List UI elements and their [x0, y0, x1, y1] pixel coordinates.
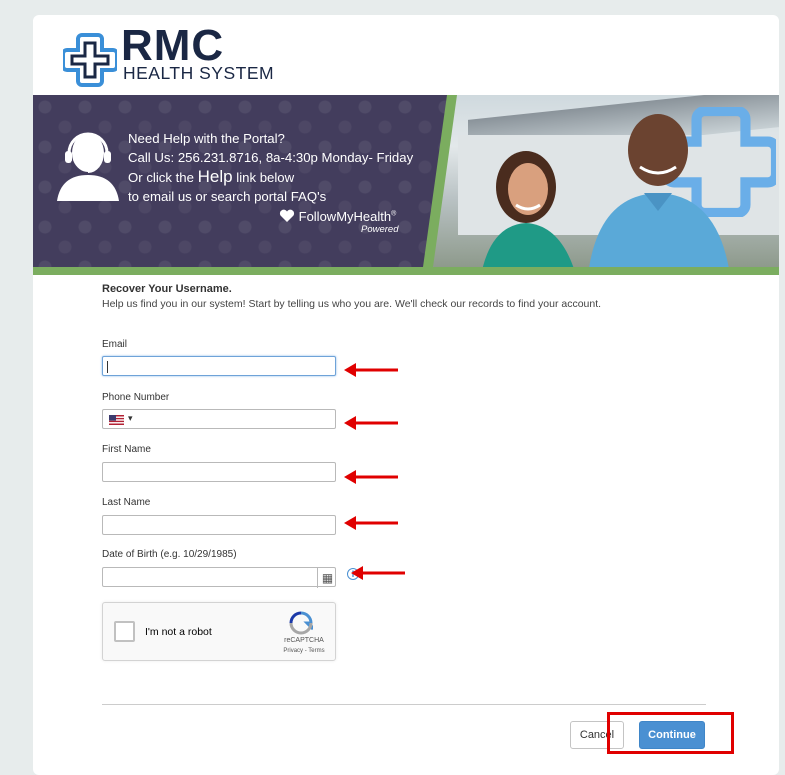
email-label: Email: [102, 339, 128, 350]
banner-help-text: Need Help with the Portal? Call Us: 256.…: [128, 129, 413, 206]
man-photo: [588, 114, 730, 267]
first-name-label: First Name: [102, 444, 151, 455]
recaptcha-widget: I'm not a robot reCAPTCHA Privacy - Term…: [102, 602, 336, 661]
red-arrow-icon: [344, 470, 398, 484]
banner-line-2: Call Us: 256.231.8716, 8a-4:30p Monday- …: [128, 150, 414, 165]
recover-username-form: Recover Your Username. Help us find you …: [102, 283, 722, 310]
banner-line-1: Need Help with the Portal?: [128, 131, 285, 146]
brand-subtitle: HEALTH SYSTEM: [123, 63, 275, 83]
help-word: Help: [197, 167, 233, 186]
red-arrow-icon: [344, 363, 398, 377]
help-banner: Need Help with the Portal? Call Us: 256.…: [33, 95, 779, 275]
red-arrow-icon: [351, 566, 405, 580]
banner-photo: [428, 95, 779, 267]
calendar-icon[interactable]: ▦: [317, 568, 337, 588]
highlight-box: [607, 712, 734, 754]
phone-label: Phone Number: [102, 392, 170, 403]
banner-green-stripe: [33, 267, 779, 275]
dob-input[interactable]: ▦: [102, 567, 337, 588]
dob-label: Date of Birth (e.g. 10/29/1985): [102, 549, 237, 560]
form-subtitle: Help us find you in our system! Start by…: [102, 298, 602, 310]
rmc-logo[interactable]: RMC HEALTH SYSTEM: [63, 21, 303, 89]
us-flag-icon[interactable]: [109, 415, 124, 425]
last-name-input[interactable]: [102, 515, 336, 535]
banner-line-3: Or click the Help link below: [128, 167, 295, 186]
recaptcha-label: I'm not a robot: [145, 626, 212, 638]
recaptcha-privacy-terms-link[interactable]: Privacy - Terms: [279, 648, 329, 654]
recaptcha-logo-icon: [289, 611, 313, 635]
country-dropdown-caret-icon[interactable]: ▾: [128, 413, 133, 424]
email-input[interactable]: [102, 356, 336, 376]
recaptcha-checkbox[interactable]: [114, 621, 135, 642]
form-title: Recover Your Username.: [102, 283, 232, 295]
heart-icon: [279, 209, 295, 222]
divider: [102, 704, 706, 705]
first-name-input[interactable]: [102, 462, 336, 482]
partner-powered: Powered: [361, 224, 399, 235]
cross-logo-icon: [63, 33, 117, 87]
followmyhealth-logo: FollowMyHealth® Powered: [279, 209, 399, 235]
login-card: RMC HEALTH SYSTEM Need Help with the Por…: [33, 15, 779, 775]
support-agent-icon: [57, 132, 119, 201]
red-arrow-icon: [344, 516, 398, 530]
recaptcha-brand: reCAPTCHA: [284, 637, 324, 644]
phone-input[interactable]: ▾: [102, 409, 336, 429]
red-arrow-icon: [344, 416, 398, 430]
text-cursor: [107, 361, 108, 373]
partner-name: FollowMyHealth: [298, 209, 392, 224]
banner-line-4: to email us or search portal FAQ's: [128, 189, 327, 204]
last-name-label: Last Name: [102, 497, 151, 508]
woman-photo: [481, 151, 576, 267]
